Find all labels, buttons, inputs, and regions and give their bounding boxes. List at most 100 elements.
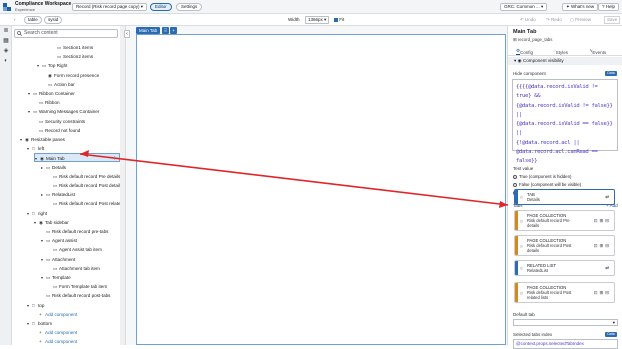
tree-item[interactable]: ▾ ◉ Resizable panes	[20, 135, 65, 144]
search-input[interactable]: Search content	[14, 29, 118, 38]
tree-item[interactable]: ▭ Record not found	[34, 126, 80, 135]
selected-index-input[interactable]: @context.props.selectedTabIndex	[513, 339, 618, 349]
scope-select[interactable]: GRC: Common ... ▾	[500, 3, 548, 11]
tree-item[interactable]: + Add component	[34, 328, 77, 337]
tree-item[interactable]: ▾ ▭ Template	[41, 273, 71, 282]
tree-item-label: Security constraints	[45, 118, 86, 124]
data-binding-badge[interactable]: Data	[605, 71, 617, 76]
hide-component-expression[interactable]: {{{{@data.record.isValid != true} && {@d…	[512, 79, 618, 164]
tree-item[interactable]: ▭ Section1 items	[52, 43, 93, 52]
redo-button[interactable]: ↷ Redo	[546, 16, 562, 24]
tree-item-label: Details	[52, 164, 67, 170]
card-type-bar	[515, 283, 518, 302]
tree-item[interactable]: ▭ Risk default record pre-tabs	[41, 227, 108, 236]
tab-styles[interactable]: ◌ Styles	[553, 48, 568, 55]
tab-card[interactable]: ⠿ PAGE COLLECTION Risk default record Pre d…	[514, 210, 615, 231]
visibility-section-header[interactable]: ▾ ◉ Component visibility	[508, 57, 622, 65]
tree-item[interactable]: ◉ Form record presence	[43, 71, 99, 80]
tab-config[interactable]: ⚙ Config	[516, 48, 533, 55]
tree-item[interactable]: ▭ Ribbon	[34, 98, 60, 107]
sysid-chip[interactable]: sysid	[44, 16, 63, 24]
app-subtitle: Experience	[15, 6, 36, 12]
tree-item[interactable]: ▸ ▭ Details	[41, 163, 66, 172]
editor-pill[interactable]: Editor	[150, 3, 172, 11]
tree-item[interactable]: ▾ □ right	[27, 209, 47, 218]
card-actions[interactable]: ⊡⊞⊟	[594, 218, 611, 224]
tree-item[interactable]: ▭ Risk default record Pre details	[48, 172, 120, 181]
undo-button[interactable]: ↶ Undo	[520, 16, 536, 24]
tree-item-selected[interactable]: ▾ ◉ Main Tab ⋮	[34, 153, 120, 163]
radio-icon	[513, 182, 517, 187]
tree-item[interactable]: ▾ ▭ Agent assist	[41, 236, 77, 245]
hide-component-label: Hide component	[513, 71, 546, 76]
visibility-section-label: Component visibility	[522, 58, 564, 63]
help-button[interactable]: ? Help	[598, 3, 620, 11]
swap-icon[interactable]: ⇄	[605, 194, 611, 200]
tree-item-label: RelatedList	[52, 192, 75, 198]
default-tab-select[interactable]: ▾	[513, 319, 618, 326]
drag-handle-icon[interactable]: ⠿	[520, 291, 523, 296]
tree-item-label: Risk default record pre-tabs	[52, 229, 109, 234]
checkbox-icon	[334, 17, 338, 22]
tree-item[interactable]: ▾ ◉ Tab sidebar	[34, 218, 69, 227]
tree-item[interactable]: ▭ Risk default record post-tabs	[41, 291, 110, 300]
tab-card[interactable]: ⠿ PAGE COLLECTION Risk default record Post…	[514, 235, 615, 256]
layers-icon[interactable]: ≣	[0, 26, 12, 36]
width-select[interactable]: 1366px ▾	[305, 16, 330, 24]
scope-label: GRC: Common ...	[504, 4, 540, 9]
tree-item[interactable]: ▭ Attachment tab item	[48, 264, 100, 273]
tree-item[interactable]: ▭ Section2 items	[52, 52, 93, 61]
tree-item[interactable]: ▾ ▭ Top Right	[37, 61, 67, 70]
back-icon[interactable]: ‹	[14, 16, 16, 24]
tree-item[interactable]: ▭ Risk default record Post details	[48, 181, 122, 190]
swap-icon[interactable]: ⇄	[605, 265, 611, 271]
tab-card[interactable]: ⠿ RELATED LIST RelatedList ⇄	[514, 260, 615, 276]
tree-item[interactable]: ▾ ▭ Ribbon Container	[28, 89, 75, 98]
theme-icon[interactable]: ◐	[0, 56, 12, 66]
radio-icon	[513, 174, 517, 179]
workspace-title: Compliance Workspace Experience	[15, 1, 71, 12]
tree-item[interactable]: ▭ Agent Assist tab item	[48, 245, 102, 254]
tree-item[interactable]: ▭ Action bar	[43, 80, 75, 89]
tree-item[interactable]: ▾ ▭ Attachment	[41, 255, 75, 264]
tree-item[interactable]: ▾ ▭ Warning Messages Container	[28, 107, 99, 116]
add-sibling-icon[interactable]: +	[170, 27, 177, 34]
tree-item[interactable]: ▾ □ left	[27, 144, 44, 153]
table-chip[interactable]: table	[24, 16, 42, 24]
fit-checkbox[interactable]: Fit	[334, 16, 344, 24]
save-button[interactable]: Save	[604, 16, 621, 24]
tree-item[interactable]: ▭ Form Template tab item	[48, 282, 107, 291]
drag-handle-icon[interactable]: ⠿	[520, 266, 523, 271]
preview-button[interactable]: ◻ Preview	[570, 16, 591, 24]
drag-handle-icon[interactable]: ⠿	[520, 244, 523, 249]
tree-item[interactable]: + Add component	[34, 337, 77, 345]
component-icon[interactable]: ▦	[0, 36, 12, 46]
drag-handle-icon[interactable]: ⠿	[520, 195, 523, 200]
whats-new-button[interactable]: ✦ What's new	[562, 3, 599, 11]
data-binding-badge[interactable]: Data	[605, 332, 617, 337]
tree-item[interactable]: ▾ □ bottom	[27, 319, 52, 328]
tab-card[interactable]: ⠿ TAB Details ⇄	[514, 189, 615, 205]
collapse-tree-button[interactable]: ‹	[124, 30, 130, 38]
record-page-select[interactable]: Record (Risk record page copy) ▾	[72, 3, 148, 11]
data-icon[interactable]: ◈	[0, 46, 12, 56]
redo-label: Redo	[551, 17, 562, 22]
tab-events[interactable]: ϟ Events	[590, 48, 606, 55]
tree-item[interactable]: ▾ □ top	[27, 301, 44, 310]
tree-item[interactable]: ▭ Security constraints	[34, 117, 85, 126]
tree-item[interactable]: ▭ Risk default record Post related lists	[48, 199, 125, 208]
card-actions[interactable]: ⊡⊞⊟	[594, 290, 611, 296]
canvas-selection-frame[interactable]	[136, 34, 506, 345]
tree-scrollbar[interactable]	[120, 26, 125, 345]
settings-pill[interactable]: Settings	[176, 3, 203, 11]
more-options-icon[interactable]: ⋮	[112, 154, 117, 163]
radio-false[interactable]: False (component will be visible)	[513, 182, 581, 188]
card-actions[interactable]: ⊡⊞⊟	[594, 243, 611, 249]
drag-handle-icon[interactable]: ⠿	[162, 27, 169, 34]
radio-true[interactable]: True (component is hidden)	[513, 174, 571, 180]
tree-item-label: Template	[52, 275, 71, 280]
tree-item[interactable]: + Add component	[34, 310, 77, 319]
drag-handle-icon[interactable]: ⠿	[520, 219, 523, 224]
tab-card[interactable]: ⠿ PAGE COLLECTION Risk default record Post…	[514, 282, 615, 303]
tree-item[interactable]: ▸ ▭ RelatedList	[41, 190, 75, 199]
